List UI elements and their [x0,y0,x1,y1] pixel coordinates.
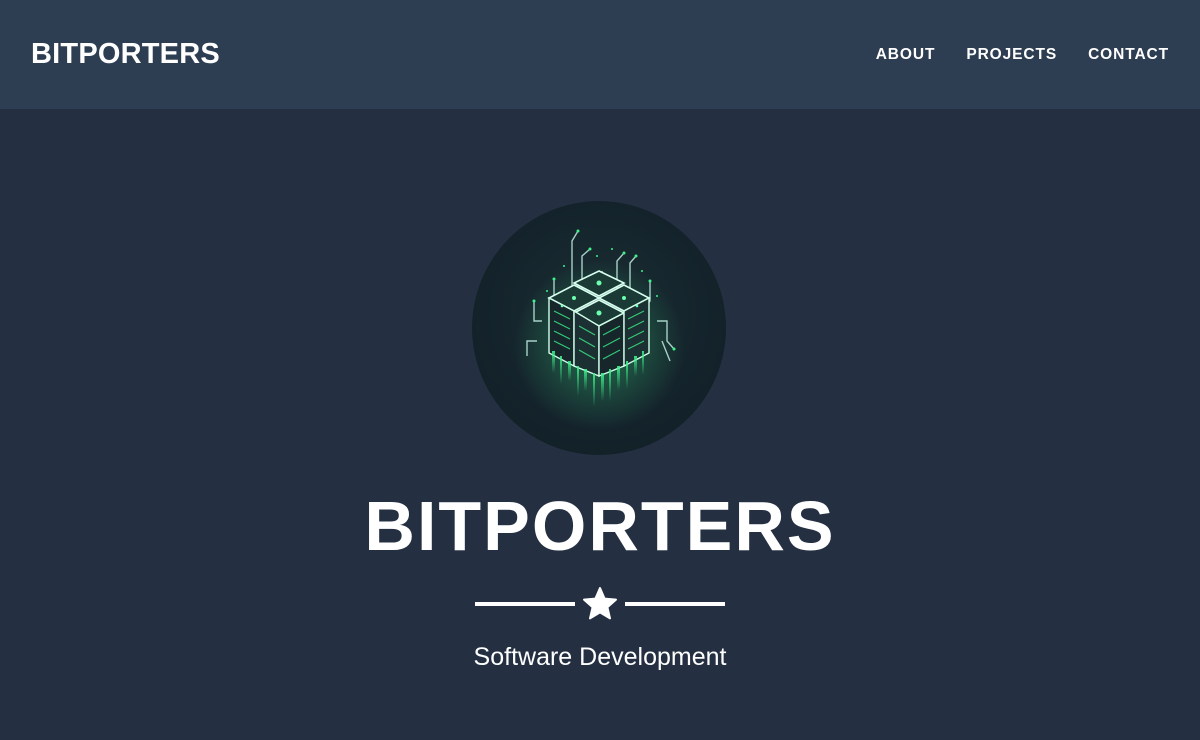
server-cube-logo-graphic [504,229,694,431]
hero-title: BITPORTERS [364,487,836,565]
navbar: BITPORTERS ABOUT PROJECTS CONTACT [0,0,1200,109]
nav-links: ABOUT PROJECTS CONTACT [876,44,1169,66]
divider-line-left [475,602,575,606]
nav-link-contact[interactable]: CONTACT [1088,44,1169,66]
star-icon [583,587,617,620]
title-divider [475,586,725,622]
hero-subtitle: Software Development [473,643,727,671]
nav-link-projects[interactable]: PROJECTS [966,44,1057,66]
divider-line-right [625,602,725,606]
brand-link[interactable]: BITPORTERS [31,36,220,72]
server-cube-logo [472,201,726,455]
nav-link-about[interactable]: ABOUT [876,44,936,66]
